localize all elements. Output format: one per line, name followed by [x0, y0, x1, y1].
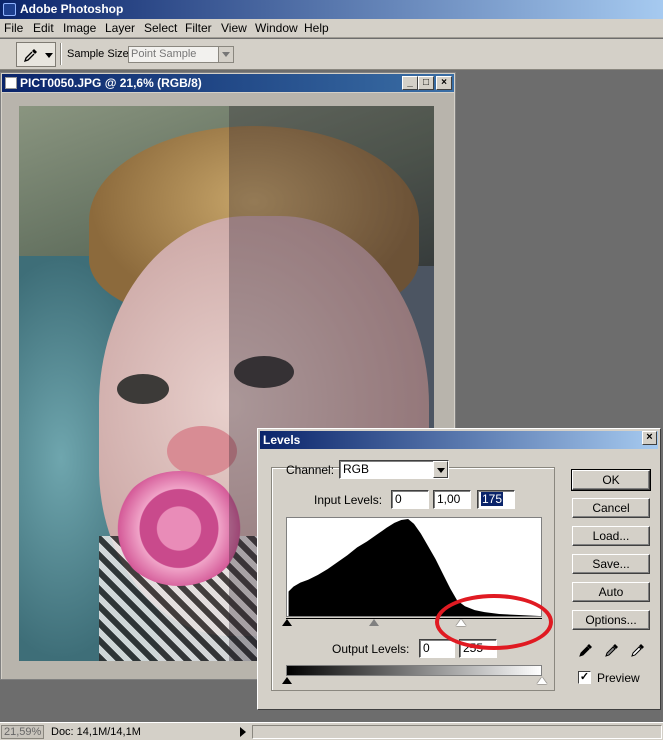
input-gamma-value: 1,00	[437, 492, 461, 506]
menu-view[interactable]: View	[221, 21, 247, 35]
document-title: PICT0050.JPG @ 21,6% (RGB/8)	[20, 76, 202, 90]
menu-layer[interactable]: Layer	[105, 21, 135, 35]
status-info-area	[252, 725, 662, 739]
menu-filter[interactable]: Filter	[185, 21, 212, 35]
ok-button[interactable]: OK	[571, 469, 651, 491]
sample-size-select[interactable]: Point Sample	[128, 46, 234, 63]
app-title-bar: Adobe Photoshop	[0, 0, 663, 19]
status-menu-arrow-icon[interactable]	[240, 727, 246, 737]
menu-select[interactable]: Select	[144, 21, 177, 35]
maximize-button[interactable]: □	[418, 76, 434, 90]
annotation-circle	[435, 594, 553, 650]
input-black-value: 0	[395, 492, 402, 506]
channel-label: Channel:	[286, 463, 335, 477]
photo-pacifier	[114, 471, 244, 586]
menu-bar: File Edit Image Layer Select Filter View…	[0, 19, 663, 38]
preview-label: Preview	[597, 671, 640, 685]
document-icon	[5, 77, 17, 89]
chevron-down-icon	[433, 461, 448, 478]
levels-title-bar[interactable]: Levels	[260, 431, 658, 449]
status-bar: 21,59% Doc: 14,1M/14,1M	[0, 722, 663, 740]
output-levels-label: Output Levels:	[332, 642, 410, 656]
tool-preset-button[interactable]	[16, 42, 56, 67]
channel-select[interactable]: RGB	[339, 460, 449, 479]
input-gamma-slider[interactable]	[369, 619, 379, 626]
output-white-slider[interactable]	[537, 677, 547, 684]
input-white-value: 175	[481, 492, 504, 506]
doc-size-info: Doc: 14,1M/14,1M	[51, 726, 141, 738]
zoom-field[interactable]: 21,59%	[1, 725, 44, 739]
menu-edit[interactable]: Edit	[33, 21, 54, 35]
chevron-down-icon	[218, 47, 233, 62]
levels-dialog: Levels × Channel: RGB Input Levels: 0 1,…	[257, 428, 661, 710]
levels-close-button[interactable]: ×	[642, 431, 657, 445]
menu-file[interactable]: File	[4, 21, 23, 35]
menu-image[interactable]: Image	[63, 21, 96, 35]
options-bar: Sample Size: Point Sample	[0, 39, 663, 70]
cancel-button[interactable]: Cancel	[572, 498, 650, 518]
input-gamma-field[interactable]: 1,00	[433, 490, 471, 509]
auto-button[interactable]: Auto	[572, 582, 650, 602]
input-levels-label: Input Levels:	[314, 493, 383, 507]
white-point-eyedropper-icon[interactable]	[630, 642, 646, 658]
menu-window[interactable]: Window	[255, 21, 298, 35]
document-title-bar[interactable]: PICT0050.JPG @ 21,6% (RGB/8) _ □ ×	[2, 74, 454, 92]
minimize-button[interactable]: _	[402, 76, 418, 90]
eyedropper-icon	[23, 49, 37, 63]
input-black-slider[interactable]	[282, 619, 292, 626]
photoshop-logo-icon	[3, 3, 16, 16]
input-white-field[interactable]: 175	[477, 490, 515, 509]
toolbar-divider	[60, 43, 62, 65]
chevron-down-icon	[45, 53, 53, 58]
output-black-field[interactable]: 0	[419, 639, 455, 658]
sample-size-label: Sample Size:	[67, 48, 132, 60]
preview-checkbox[interactable]: ✓	[578, 671, 591, 684]
black-point-eyedropper-icon[interactable]	[578, 642, 594, 658]
photo-left-eye	[117, 374, 169, 404]
levels-title: Levels	[263, 433, 301, 447]
load-button[interactable]: Load...	[572, 526, 650, 546]
output-gradient-bar	[286, 665, 542, 676]
close-button[interactable]: ×	[436, 76, 452, 90]
menu-help[interactable]: Help	[304, 21, 329, 35]
gray-point-eyedropper-icon[interactable]	[604, 642, 620, 658]
photo-nose	[167, 426, 237, 476]
save-button[interactable]: Save...	[572, 554, 650, 574]
output-black-slider[interactable]	[282, 677, 292, 684]
input-black-field[interactable]: 0	[391, 490, 429, 509]
app-title: Adobe Photoshop	[20, 2, 124, 16]
options-button[interactable]: Options...	[572, 610, 650, 630]
sample-size-value: Point Sample	[131, 48, 197, 60]
output-black-value: 0	[423, 641, 430, 655]
channel-value: RGB	[343, 462, 370, 476]
